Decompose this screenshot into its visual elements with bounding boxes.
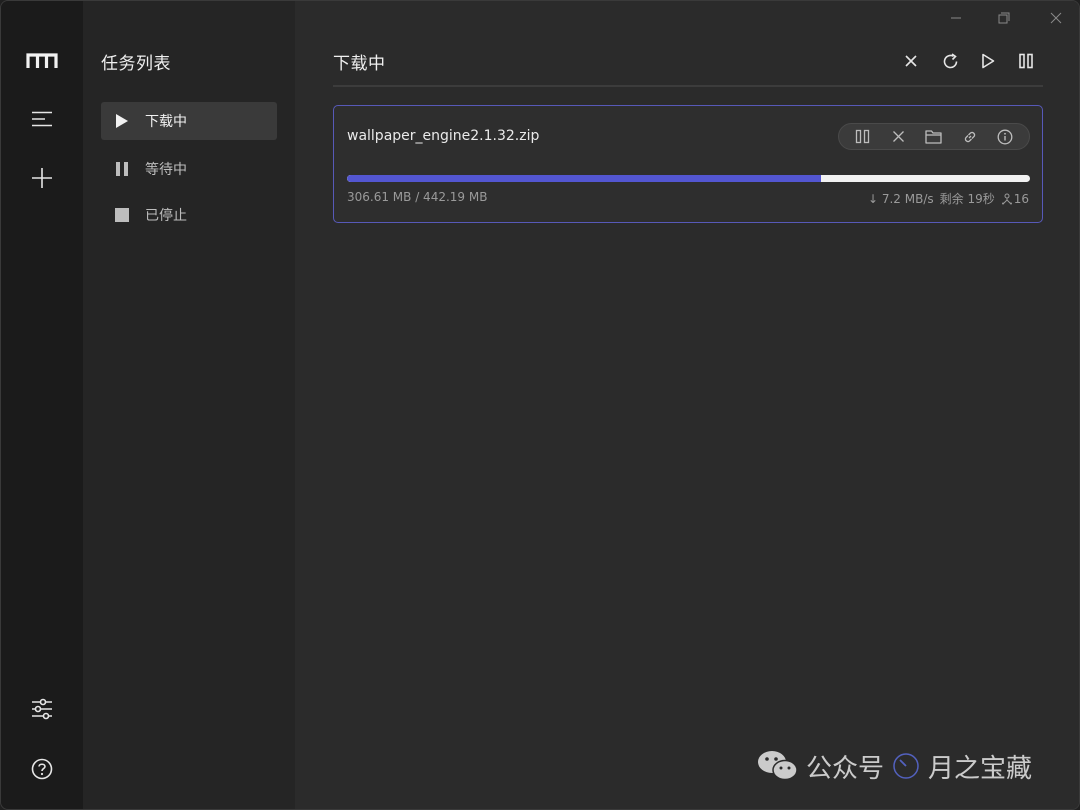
add-icon <box>32 168 52 188</box>
task-info-button[interactable] <box>992 126 1018 148</box>
stop-icon <box>113 206 131 224</box>
watermark-name: 月之宝藏 <box>928 753 1033 784</box>
download-stats: ↓ 7.2 MB/s 剩余 19秒 16 <box>868 190 1029 207</box>
task-open-folder-button[interactable] <box>921 126 947 148</box>
settings-button[interactable] <box>17 687 67 731</box>
download-speed: ↓ 7.2 MB/s <box>867 191 934 206</box>
task-item-label: 已停止 <box>145 208 187 224</box>
menu-button[interactable] <box>17 97 67 141</box>
task-list-title: 任务列表 <box>101 54 171 74</box>
pause-icon <box>113 160 131 178</box>
pause-icon <box>1019 53 1033 69</box>
main-area: 下载中 wallpaper_engine2.1.32.zip 306.61 MB… <box>295 1 1079 809</box>
download-progress-fill <box>347 175 821 182</box>
watermark: 公众号 月之宝藏 <box>756 741 1032 791</box>
close-icon <box>905 55 917 67</box>
help-button[interactable] <box>17 747 67 791</box>
page-title: 下载中 <box>333 54 386 74</box>
folder-icon <box>925 130 943 144</box>
minimize-button[interactable] <box>933 3 979 33</box>
close-icon <box>1050 12 1062 24</box>
refresh-button[interactable] <box>935 47 965 75</box>
connections-count: 16 <box>1013 191 1029 206</box>
download-task-card[interactable]: wallpaper_engine2.1.32.zip 306.61 MB / 4… <box>333 105 1043 223</box>
task-item-label: 等待中 <box>145 162 187 178</box>
delete-all-button[interactable] <box>896 47 926 75</box>
task-pause-button[interactable] <box>850 126 876 148</box>
download-progress-bar <box>347 175 1030 182</box>
gauge-icon <box>893 753 919 779</box>
window-close-button[interactable] <box>1033 3 1079 33</box>
play-icon <box>982 53 995 69</box>
close-icon <box>892 131 904 142</box>
task-delete-button[interactable] <box>885 126 911 148</box>
time-remaining: 剩余 19秒 <box>939 192 995 206</box>
maximize-icon <box>998 12 1010 24</box>
header-divider <box>333 85 1043 87</box>
file-name: wallpaper_engine2.1.32.zip <box>347 128 540 144</box>
connections: 16 <box>1001 192 1029 206</box>
wechat-logo-icon <box>758 751 798 781</box>
task-action-bar <box>838 123 1030 150</box>
help-icon <box>31 758 53 780</box>
download-size: 306.61 MB / 442.19 MB <box>347 190 488 204</box>
pause-all-button[interactable] <box>1011 47 1041 75</box>
add-task-button[interactable] <box>17 156 67 200</box>
refresh-icon <box>943 52 957 68</box>
connections-icon <box>1001 193 1012 204</box>
icon-rail <box>1 1 83 809</box>
menu-icon <box>32 111 52 127</box>
task-copy-link-button[interactable] <box>957 126 983 148</box>
task-item-label: 下载中 <box>145 114 187 130</box>
play-icon <box>113 112 131 130</box>
settings-sliders-icon <box>32 698 52 720</box>
task-item-waiting[interactable]: 等待中 <box>101 150 277 188</box>
pause-icon <box>856 129 870 144</box>
link-icon <box>964 131 975 142</box>
logo-icon <box>17 39 67 83</box>
task-list-panel: 任务列表 下载中 等待中 已停止 <box>83 1 295 809</box>
resume-all-button[interactable] <box>973 47 1003 75</box>
watermark-brand: 公众号 <box>806 753 885 784</box>
task-item-stopped[interactable]: 已停止 <box>101 196 277 234</box>
minimize-icon <box>951 17 961 19</box>
maximize-button[interactable] <box>981 3 1027 33</box>
task-item-downloading[interactable]: 下载中 <box>101 102 277 140</box>
app-window: 任务列表 下载中 等待中 已停止 下载中 wallpaper_engine2.1… <box>0 0 1080 810</box>
info-icon <box>997 129 1013 144</box>
